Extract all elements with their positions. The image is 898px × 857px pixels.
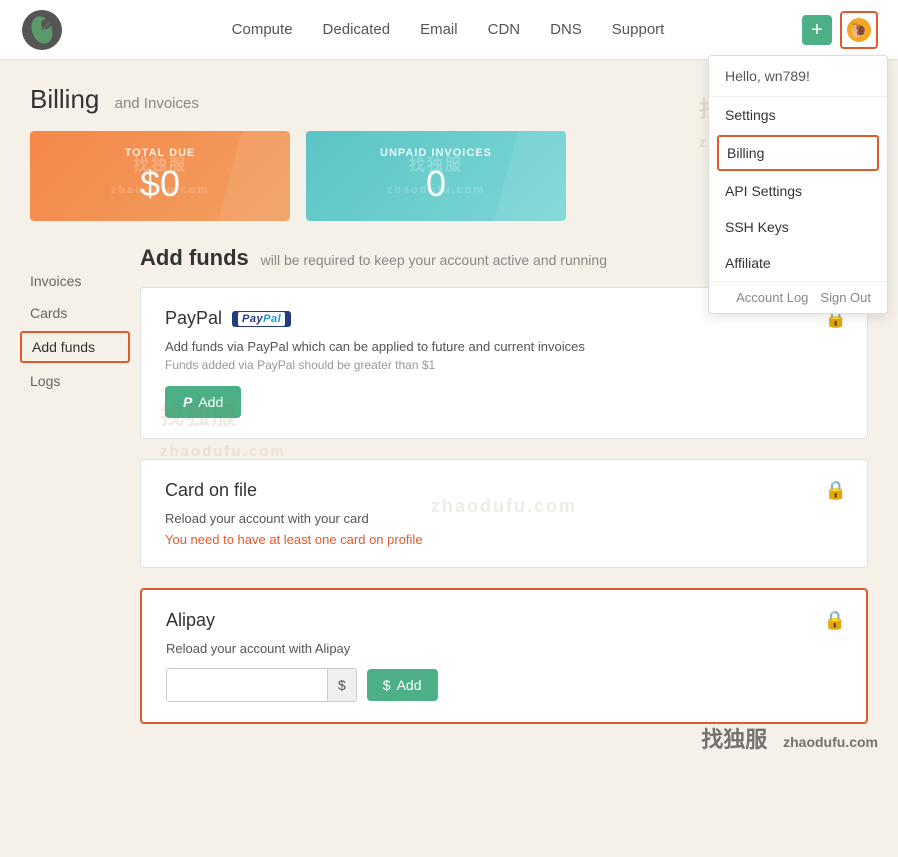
svg-text:🐌: 🐌 <box>850 22 867 39</box>
unpaid-invoices-label: UNPAID INVOICES <box>380 147 492 159</box>
sign-out-link[interactable]: Sign Out <box>820 290 871 305</box>
content-subtitle: will be required to keep your account ac… <box>261 252 607 268</box>
total-due-label: TOTAL DUE <box>125 147 196 159</box>
nav-links: Compute Dedicated Email CDN DNS Support <box>94 21 802 38</box>
alipay-title: Alipay <box>166 610 842 631</box>
plus-button[interactable]: + <box>802 15 832 45</box>
nav-compute[interactable]: Compute <box>232 21 293 38</box>
main-layout: Invoices Cards Add funds Logs Add funds … <box>0 245 898 774</box>
alipay-desc: Reload your account with Alipay <box>166 641 842 656</box>
dropdown-billing[interactable]: Billing <box>717 135 879 171</box>
alipay-input-row: $ $ Add <box>166 668 842 702</box>
dropdown-settings[interactable]: Settings <box>709 97 887 133</box>
nav-right: + 🐌 <box>802 11 878 49</box>
sidebar-invoices[interactable]: Invoices <box>0 265 140 297</box>
paypal-note: Funds added via PayPal should be greater… <box>165 358 843 372</box>
content-area: Add funds will be required to keep your … <box>140 245 898 774</box>
navbar: Compute Dedicated Email CDN DNS Support … <box>0 0 898 60</box>
card-lock-icon: 🔒 <box>825 480 847 501</box>
paypal-add-button[interactable]: P Add <box>165 386 241 418</box>
alipay-add-button[interactable]: $ Add <box>367 669 438 701</box>
billing-title: Billing <box>30 84 99 114</box>
billing-subtitle: and Invoices <box>115 95 199 112</box>
sidebar: Invoices Cards Add funds Logs <box>0 245 140 774</box>
nav-email[interactable]: Email <box>420 21 458 38</box>
alipay-section: 🔒 Alipay Reload your account with Alipay… <box>140 588 868 724</box>
content-title: Add funds <box>140 245 249 270</box>
account-log-link[interactable]: Account Log <box>736 290 808 305</box>
alipay-dollar-btn-icon: $ <box>383 677 391 693</box>
nav-dns[interactable]: DNS <box>550 21 582 38</box>
alipay-add-label: Add <box>397 677 422 693</box>
nav-support[interactable]: Support <box>612 21 665 38</box>
avatar-button[interactable]: 🐌 <box>840 11 878 49</box>
sidebar-logs[interactable]: Logs <box>0 365 140 397</box>
card-desc: Reload your account with your card <box>165 511 843 526</box>
card-on-file-section: 🔒 Card on file Reload your account with … <box>140 459 868 568</box>
paypal-add-label: Add <box>198 394 223 410</box>
nav-cdn[interactable]: CDN <box>488 21 521 38</box>
dropdown-affiliate[interactable]: Affiliate <box>709 245 887 281</box>
paypal-desc: Add funds via PayPal which can be applie… <box>165 339 843 354</box>
alipay-lock-icon: 🔒 <box>824 610 846 631</box>
total-due-card: TOTAL DUE $0 找独服 zhaodufu.com <box>30 131 290 221</box>
nav-dedicated[interactable]: Dedicated <box>323 21 391 38</box>
card-title: Card on file <box>165 480 843 501</box>
dropdown-menu: Hello, wn789! Settings Billing API Setti… <box>708 55 888 314</box>
dropdown-api-settings[interactable]: API Settings <box>709 173 887 209</box>
total-due-value: $0 <box>140 163 180 205</box>
sidebar-cards[interactable]: Cards <box>0 297 140 329</box>
dropdown-ssh-keys[interactable]: SSH Keys <box>709 209 887 245</box>
logo[interactable] <box>20 8 64 52</box>
paypal-p-icon: P <box>183 394 192 410</box>
unpaid-invoices-value: 0 <box>426 163 446 205</box>
card-warning: You need to have at least one card on pr… <box>165 532 843 547</box>
paypal-logo: PayPal <box>232 311 291 327</box>
sidebar-add-funds[interactable]: Add funds <box>20 331 130 363</box>
alipay-input-wrap: $ <box>166 668 357 702</box>
dropdown-footer: Account Log Sign Out <box>709 281 887 313</box>
unpaid-invoices-card: UNPAID INVOICES 0 找独服 zhaodufu.com <box>306 131 566 221</box>
alipay-amount-input[interactable] <box>167 669 327 701</box>
alipay-dollar-sign: $ <box>327 669 356 701</box>
dropdown-greeting: Hello, wn789! <box>709 56 887 97</box>
